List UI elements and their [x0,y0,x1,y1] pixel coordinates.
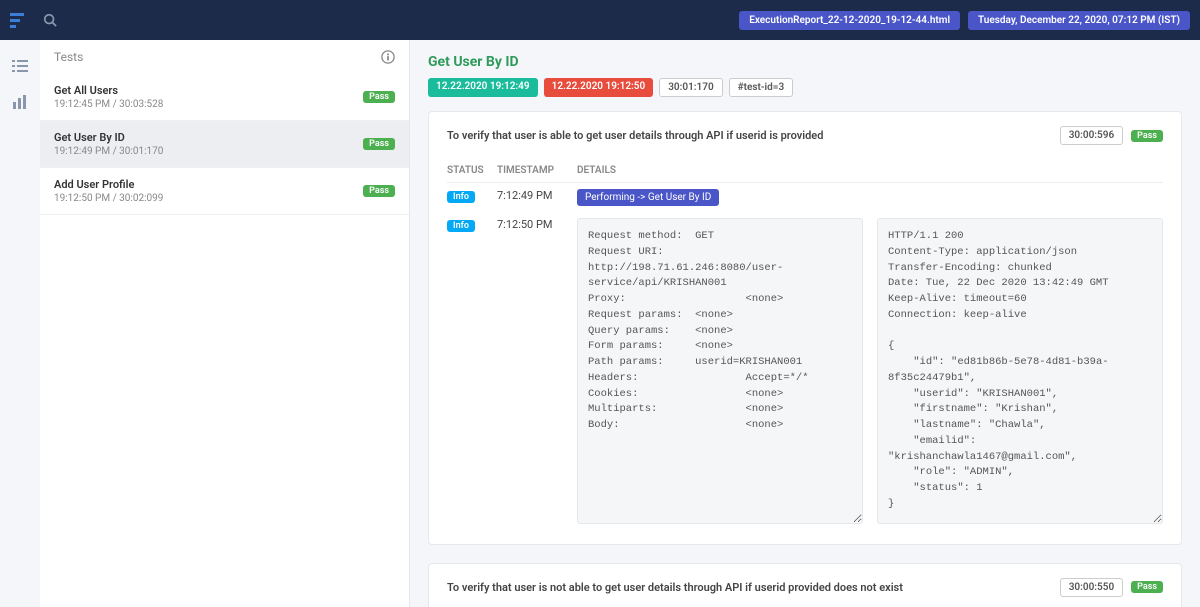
layout: Tests Get All Users 19:12:45 PM / 30:03:… [0,40,1200,607]
sidebar-item-add-user-profile[interactable]: Add User Profile 19:12:50 PM / 30:02:099… [40,168,409,215]
status-badge: Pass [363,138,395,150]
status-badge: Pass [363,185,395,197]
test-name: Get All Users [54,84,163,97]
test-case: To verify that user is able to get user … [428,111,1182,545]
datetime-chip: Tuesday, December 22, 2020, 07:12 PM (IS… [968,11,1190,30]
table-row: Info 7:12:50 PM Request method: GET Requ… [447,212,1163,530]
sidebar: Tests Get All Users 19:12:45 PM / 30:03:… [40,40,410,607]
info-badge: Info [447,191,475,203]
info-badge: Info [447,220,475,232]
main-content: Get User By ID 12.22.2020 19:12:49 12.22… [410,40,1200,607]
test-meta: 19:12:45 PM / 30:03:528 [54,99,163,110]
test-meta: 19:12:49 PM / 30:01:170 [54,146,163,157]
icon-rail [0,40,40,607]
topbar-left [10,11,57,29]
case-title: To verify that user is able to get user … [447,129,823,142]
row-timestamp: 7:12:49 PM [497,189,577,202]
start-chip: 12.22.2020 19:12:49 [428,78,538,97]
topbar: ExecutionReport_22-12-2020_19-12-44.html… [0,0,1200,40]
report-name-chip[interactable]: ExecutionReport_22-12-2020_19-12-44.html [739,11,960,30]
list-icon[interactable] [12,58,28,74]
status-badge: Pass [363,91,395,103]
app-logo[interactable] [10,11,28,29]
case-status-badge: Pass [1131,581,1163,593]
col-details: DETAILS [577,165,1163,176]
id-chip: #test-id=3 [729,78,794,97]
bar-chart-icon[interactable] [12,94,28,110]
info-icon[interactable] [381,50,395,64]
sidebar-item-all-users[interactable]: Get All Users 19:12:45 PM / 30:03:528 Pa… [40,74,409,121]
case-status-badge: Pass [1131,130,1163,142]
action-chip: Performing -> Get User By ID [577,189,719,206]
request-box[interactable]: Request method: GET Request URI: http://… [577,218,863,524]
table-row: Info 7:12:49 PM Performing -> Get User B… [447,183,1163,212]
duration-chip: 30:01:170 [659,78,722,97]
test-case: To verify that user is not able to get u… [428,563,1182,607]
response-box[interactable]: HTTP/1.1 200 Content-Type: application/j… [877,218,1163,524]
case-duration: 30:00:550 [1060,578,1123,597]
col-timestamp: TIMESTAMP [497,165,577,176]
meta-chips: 12.22.2020 19:12:49 12.22.2020 19:12:50 … [428,78,1182,97]
topbar-right: ExecutionReport_22-12-2020_19-12-44.html… [739,11,1190,30]
test-meta: 19:12:50 PM / 30:02:099 [54,193,163,204]
end-chip: 12.22.2020 19:12:50 [544,78,654,97]
page-title: Get User By ID [428,54,1182,70]
sidebar-title: Tests [54,50,83,64]
sidebar-header: Tests [40,40,409,74]
case-title: To verify that user is not able to get u… [447,581,903,594]
row-timestamp: 7:12:50 PM [497,218,577,231]
test-name: Add User Profile [54,178,163,191]
search-icon[interactable] [43,13,57,27]
col-status: STATUS [447,165,497,176]
test-name: Get User By ID [54,131,163,144]
sidebar-item-get-user-by-id[interactable]: Get User By ID 19:12:49 PM / 30:01:170 P… [40,121,409,168]
case-duration: 30:00:596 [1060,126,1123,145]
table-header: STATUS TIMESTAMP DETAILS [447,159,1163,183]
